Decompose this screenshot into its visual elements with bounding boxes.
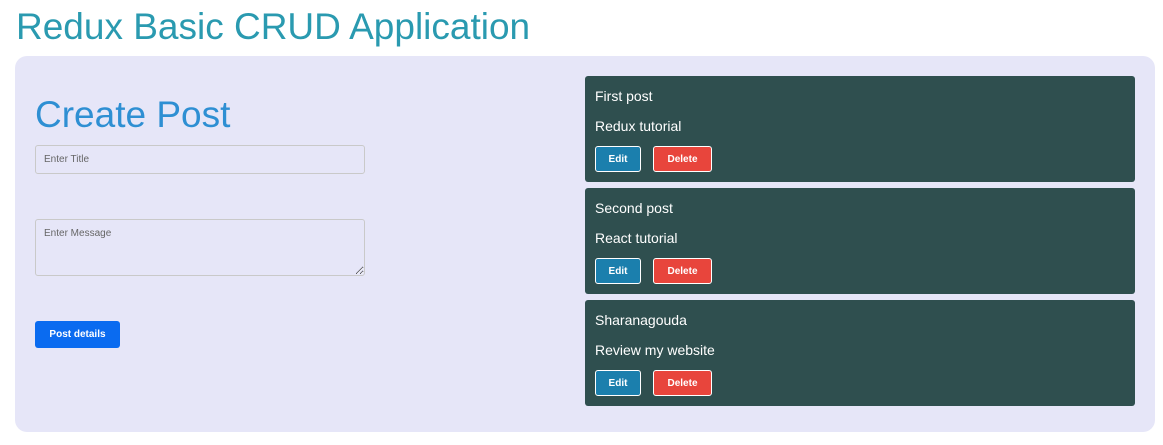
post-title: Second post xyxy=(595,200,673,216)
post-details-button[interactable]: Post details xyxy=(35,321,120,348)
edit-button[interactable]: Edit xyxy=(595,370,641,396)
edit-button[interactable]: Edit xyxy=(595,146,641,172)
edit-button[interactable]: Edit xyxy=(595,258,641,284)
message-input[interactable] xyxy=(35,219,365,276)
posts-list: First post Redux tutorial Edit Delete Se… xyxy=(585,76,1135,412)
post-card: First post Redux tutorial Edit Delete xyxy=(585,76,1135,182)
post-message: Redux tutorial xyxy=(595,118,682,134)
title-input[interactable] xyxy=(35,145,365,174)
main-panel: Create Post Post details First post Redu… xyxy=(15,56,1155,432)
post-title: First post xyxy=(595,88,653,104)
post-title: Sharanagouda xyxy=(595,312,687,328)
post-message: Review my website xyxy=(595,342,715,358)
app-title: Redux Basic CRUD Application xyxy=(16,6,531,47)
delete-button[interactable]: Delete xyxy=(653,370,712,396)
post-card: Sharanagouda Review my website Edit Dele… xyxy=(585,300,1135,406)
post-message: React tutorial xyxy=(595,230,678,246)
post-card: Second post React tutorial Edit Delete xyxy=(585,188,1135,294)
delete-button[interactable]: Delete xyxy=(653,146,712,172)
create-post-heading: Create Post xyxy=(35,94,231,135)
delete-button[interactable]: Delete xyxy=(653,258,712,284)
